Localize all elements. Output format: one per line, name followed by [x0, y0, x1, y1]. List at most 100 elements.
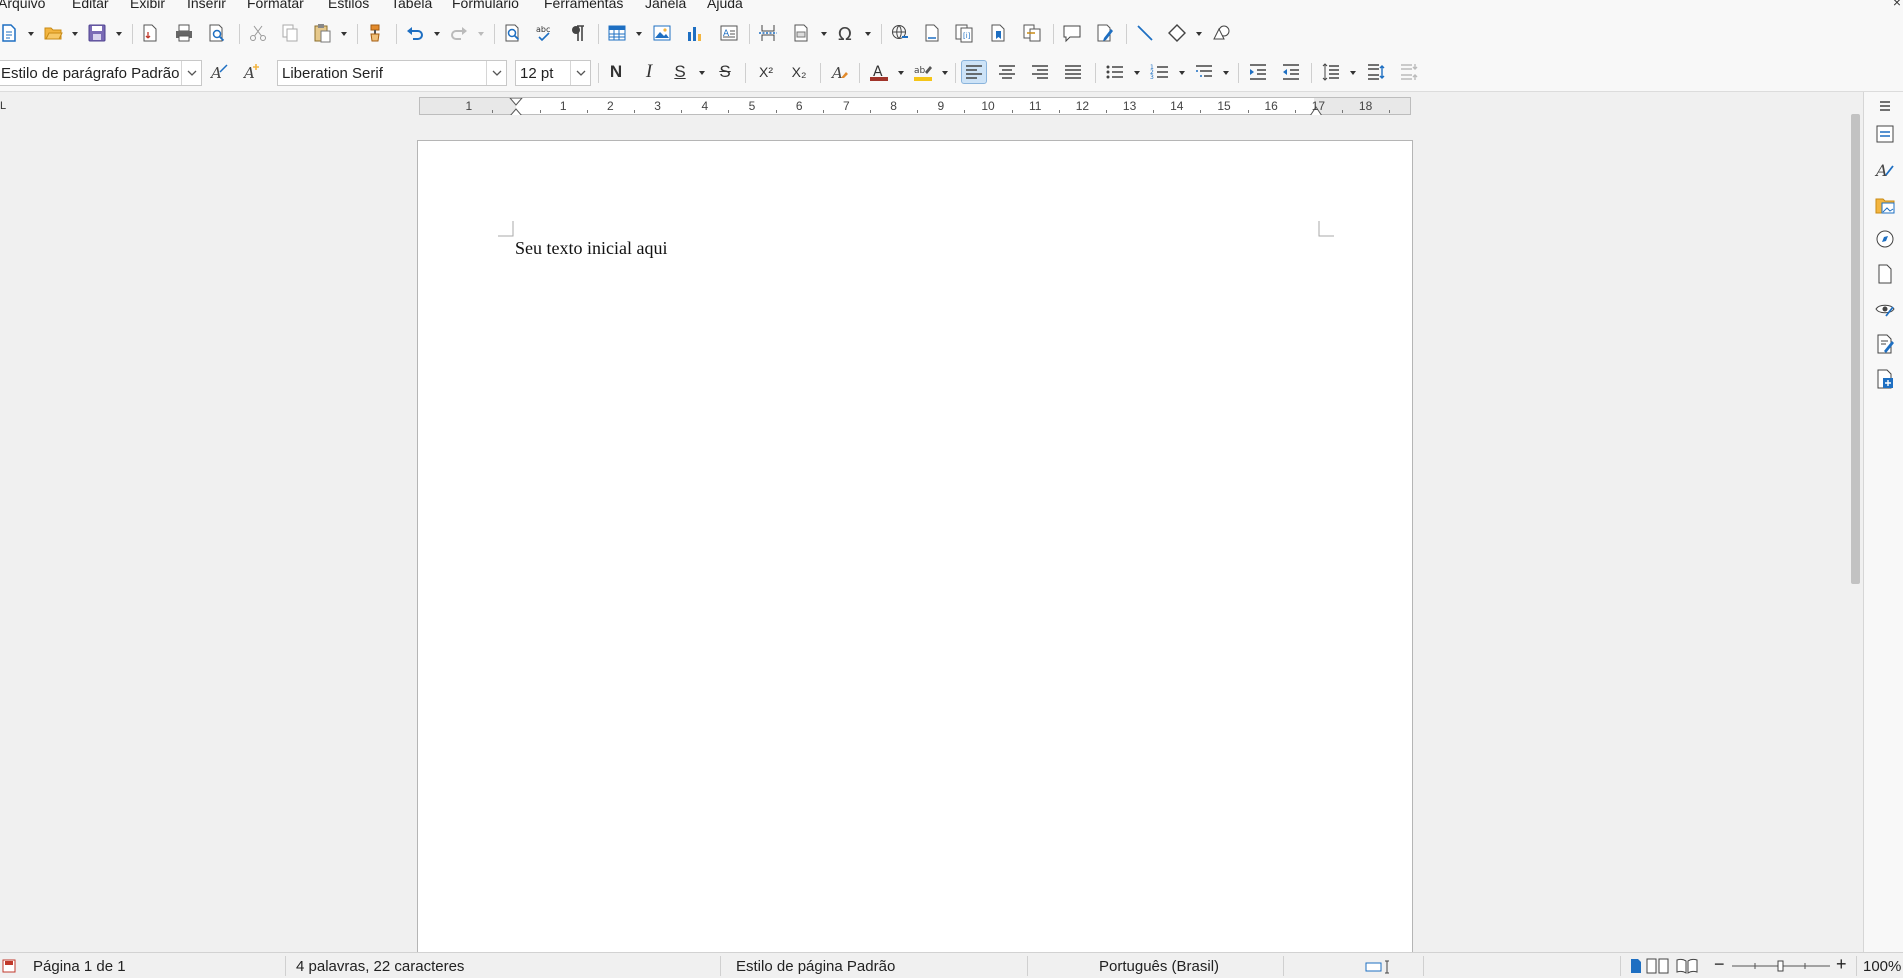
- chevron-down-icon[interactable]: [570, 61, 590, 85]
- menu-janela[interactable]: Janela: [645, 0, 686, 11]
- insert-page-break-button[interactable]: [755, 21, 781, 45]
- formatting-marks-button[interactable]: [565, 21, 591, 45]
- decrease-indent-button[interactable]: [1278, 60, 1304, 84]
- insert-comment-button[interactable]: [1059, 21, 1085, 45]
- multi-page-view-icon[interactable]: [1646, 958, 1672, 974]
- paragraph-style-combo[interactable]: Estilo de parágrafo Padrão: [0, 60, 202, 86]
- menu-inserir[interactable]: Inserir: [187, 0, 226, 11]
- insert-image-button[interactable]: [649, 21, 675, 45]
- vertical-scrollbar[interactable]: [1849, 100, 1871, 952]
- line-spacing-button[interactable]: [1318, 60, 1344, 84]
- underline-button[interactable]: S: [667, 60, 693, 84]
- insert-special-character-button[interactable]: Ω: [833, 21, 859, 45]
- redo-button[interactable]: [446, 21, 472, 45]
- open-button[interactable]: [40, 21, 66, 45]
- sidebar-design-button[interactable]: [1873, 367, 1897, 391]
- clone-formatting-button[interactable]: [362, 21, 388, 45]
- increase-paragraph-spacing-button[interactable]: [1363, 60, 1389, 84]
- document-page[interactable]: Seu texto inicial aqui: [417, 140, 1413, 952]
- cut-button[interactable]: [245, 21, 271, 45]
- new-style-button[interactable]: A: [240, 60, 266, 84]
- save-button[interactable]: [84, 21, 110, 45]
- sidebar-gallery-button[interactable]: [1873, 193, 1897, 217]
- superscript-button[interactable]: X²: [753, 60, 779, 84]
- sidebar-manage-changes-button[interactable]: [1873, 332, 1897, 356]
- justify-button[interactable]: [1060, 60, 1086, 84]
- new-document-button[interactable]: [0, 21, 22, 45]
- zoom-out-button[interactable]: −: [1714, 954, 1725, 975]
- menu-exibir[interactable]: Exibir: [130, 0, 165, 11]
- increase-indent-button[interactable]: [1245, 60, 1271, 84]
- insert-cross-reference-button[interactable]: [1019, 21, 1045, 45]
- menu-estilos[interactable]: Estilos: [328, 0, 369, 11]
- chevron-down-icon[interactable]: [1133, 69, 1141, 77]
- sidebar-menu-button[interactable]: [1873, 94, 1897, 118]
- selection-mode-icon[interactable]: [1365, 960, 1395, 974]
- unordered-list-button[interactable]: [1102, 60, 1128, 84]
- left-indent-marker[interactable]: [509, 98, 523, 116]
- track-changes-button[interactable]: [1092, 21, 1118, 45]
- zoom-slider[interactable]: [1731, 960, 1831, 972]
- menu-formatar[interactable]: Formatar: [247, 0, 304, 11]
- subscript-button[interactable]: X₂: [786, 60, 812, 84]
- zoom-level[interactable]: 100%: [1863, 958, 1901, 975]
- chevron-down-icon[interactable]: [941, 69, 949, 77]
- single-page-view-icon[interactable]: [1629, 958, 1643, 974]
- insert-hyperlink-button[interactable]: [887, 21, 913, 45]
- document-text[interactable]: Seu texto inicial aqui: [515, 238, 667, 259]
- tab-type-selector[interactable]: L: [0, 100, 6, 112]
- align-left-button[interactable]: [961, 60, 987, 84]
- close-document-button[interactable]: ×: [1893, 0, 1901, 10]
- italic-button[interactable]: I: [636, 60, 662, 84]
- menu-editar[interactable]: Editar: [72, 0, 109, 11]
- chevron-down-icon[interactable]: [477, 30, 485, 38]
- chevron-down-icon[interactable]: [820, 30, 828, 38]
- horizontal-ruler[interactable]: 1 1 2 3 4 5 6 7 8 9 10 11 12 13 14 15 16 17 18: [419, 97, 1411, 116]
- chevron-down-icon[interactable]: [1178, 69, 1186, 77]
- export-pdf-button[interactable]: [137, 21, 163, 45]
- print-button[interactable]: [171, 21, 197, 45]
- bold-button[interactable]: N: [603, 60, 629, 84]
- insert-table-button[interactable]: [604, 21, 630, 45]
- page-count[interactable]: Página 1 de 1: [33, 958, 126, 975]
- scrollbar-thumb[interactable]: [1851, 114, 1860, 584]
- draw-functions-button[interactable]: [1209, 21, 1235, 45]
- ordered-list-button[interactable]: 123: [1147, 60, 1173, 84]
- zoom-in-button[interactable]: +: [1836, 954, 1847, 975]
- chevron-down-icon[interactable]: [486, 61, 506, 85]
- word-count[interactable]: 4 palavras, 22 caracteres: [296, 958, 464, 975]
- outline-list-button[interactable]: [1191, 60, 1217, 84]
- menu-ferramentas[interactable]: Ferramentas: [544, 0, 623, 11]
- chevron-down-icon[interactable]: [1349, 69, 1357, 77]
- paste-button[interactable]: [309, 21, 335, 45]
- page-style[interactable]: Estilo de página Padrão: [736, 958, 895, 975]
- menu-formulario[interactable]: Formulário: [452, 0, 519, 11]
- insert-footnote-button[interactable]: [919, 21, 945, 45]
- copy-button[interactable]: [277, 21, 303, 45]
- strikethrough-button[interactable]: S: [712, 60, 738, 84]
- chevron-down-icon[interactable]: [635, 30, 643, 38]
- chevron-down-icon[interactable]: [433, 30, 441, 38]
- font-name-combo[interactable]: Liberation Serif: [277, 60, 507, 86]
- sidebar-page-button[interactable]: [1873, 262, 1897, 286]
- font-size-combo[interactable]: 12 pt: [515, 60, 591, 86]
- document-modified-icon[interactable]: [2, 959, 16, 973]
- book-view-icon[interactable]: [1675, 958, 1701, 974]
- basic-shapes-button[interactable]: [1164, 21, 1190, 45]
- document-canvas[interactable]: Seu texto inicial aqui: [0, 115, 1849, 952]
- chevron-down-icon[interactable]: [1222, 69, 1230, 77]
- chevron-down-icon[interactable]: [181, 61, 201, 85]
- insert-line-button[interactable]: [1132, 21, 1158, 45]
- undo-button[interactable]: [402, 21, 428, 45]
- menu-ajuda[interactable]: Ajuda: [707, 0, 743, 11]
- chevron-down-icon[interactable]: [698, 69, 706, 77]
- print-preview-button[interactable]: [204, 21, 230, 45]
- chevron-down-icon[interactable]: [27, 30, 35, 38]
- font-color-button[interactable]: A: [866, 60, 892, 84]
- insert-endnote-button[interactable]: [i]: [951, 21, 977, 45]
- clear-formatting-button[interactable]: A: [827, 60, 853, 84]
- insert-chart-button[interactable]: [682, 21, 708, 45]
- align-center-button[interactable]: [994, 60, 1020, 84]
- chevron-down-icon[interactable]: [897, 69, 905, 77]
- chevron-down-icon[interactable]: [340, 30, 348, 38]
